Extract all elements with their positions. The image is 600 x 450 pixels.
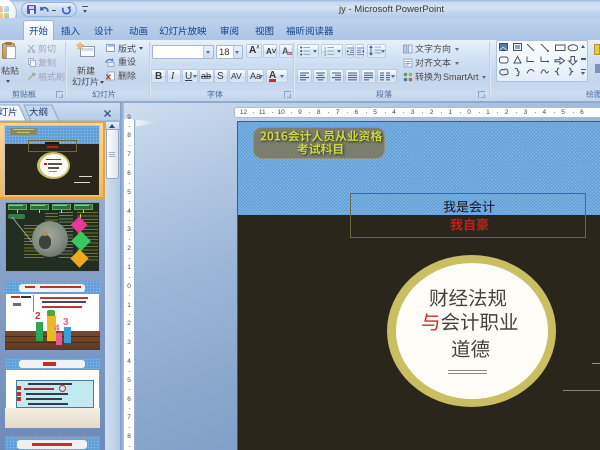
svg-text:3: 3 bbox=[324, 53, 326, 56]
